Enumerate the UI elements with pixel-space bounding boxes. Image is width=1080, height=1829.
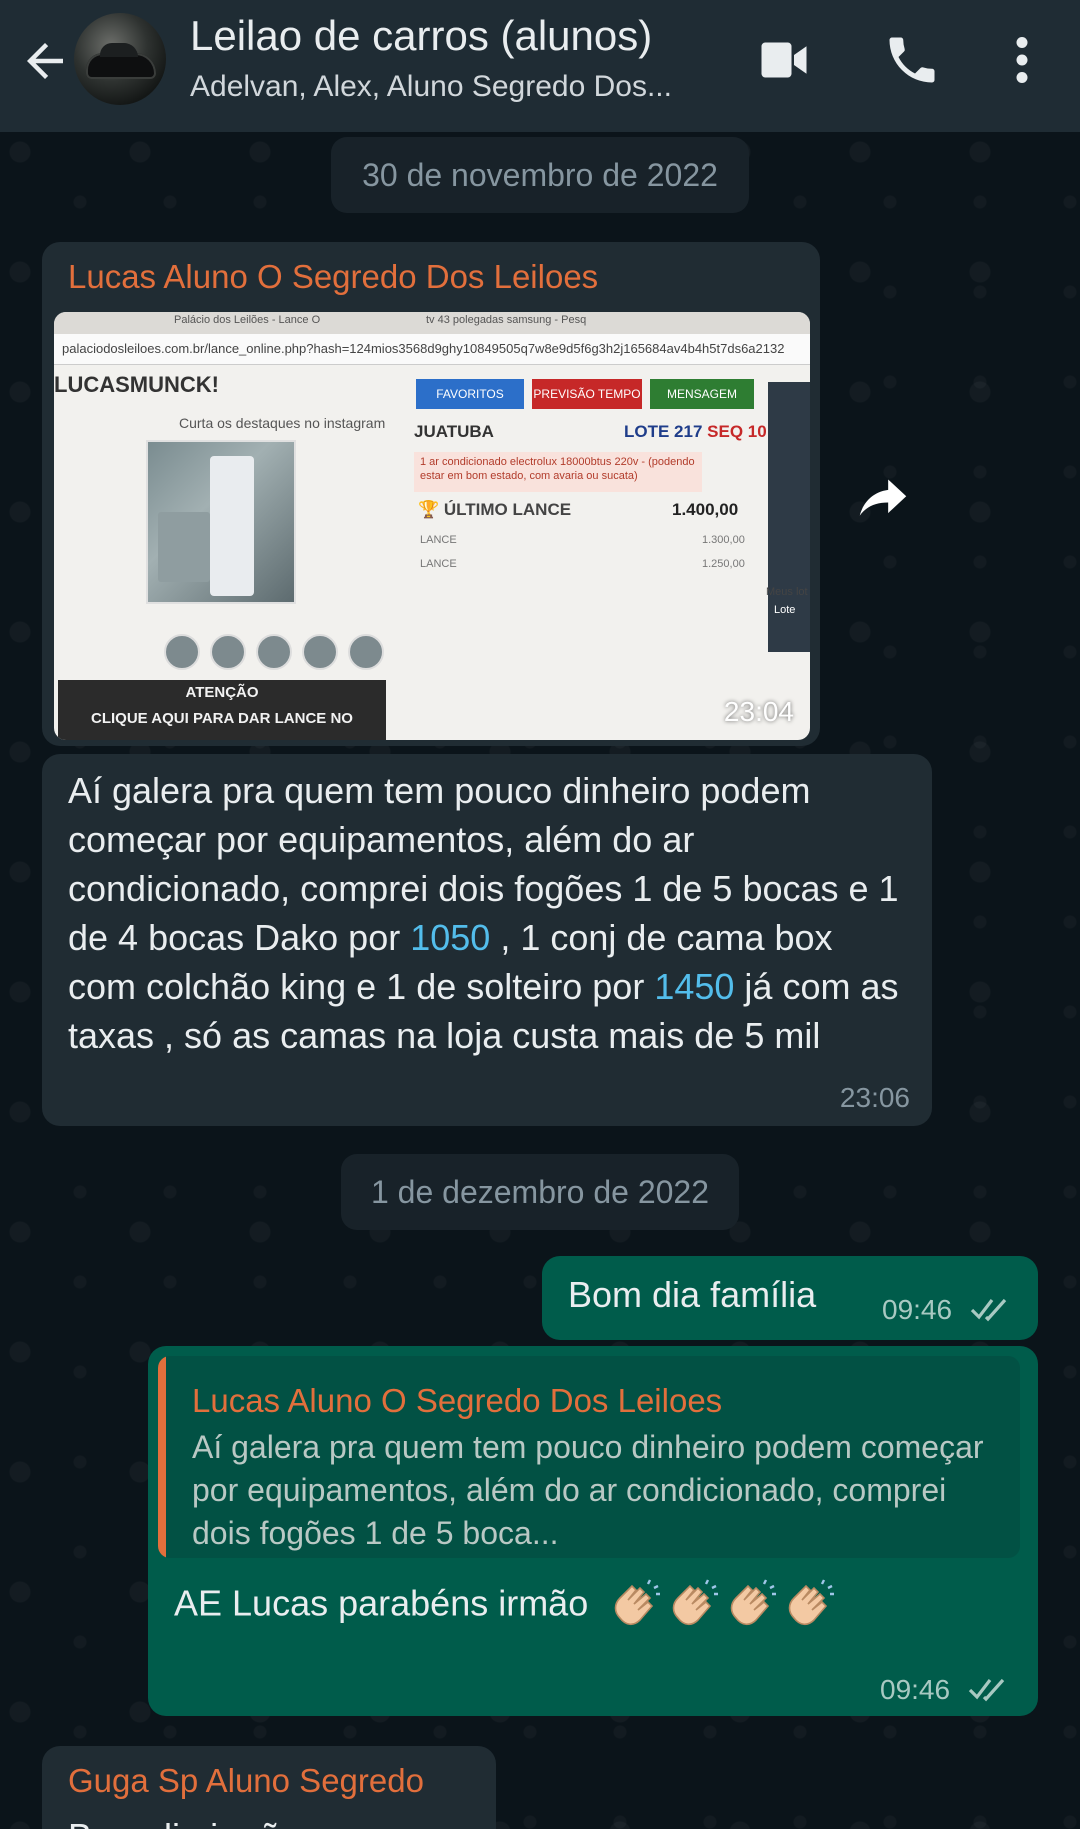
ultimo-label-text: ÚLTIMO LANCE xyxy=(443,500,572,519)
clapping-hands-emoji xyxy=(606,1579,838,1626)
phone-number-link[interactable]: 1050 xyxy=(410,917,490,958)
message-text-part: AE Lucas parabéns irmão xyxy=(174,1582,589,1624)
outgoing-reply-message[interactable]: Lucas Aluno O Segredo Dos Leiloes Aí gal… xyxy=(148,1346,1038,1716)
chat-screen: Leilao de carros (alunos) Adelvan, Alex,… xyxy=(0,0,1080,1829)
double-check-icon xyxy=(968,1676,1012,1707)
attention-line: CLIQUE AQUI PARA DAR LANCE NO xyxy=(91,710,353,727)
url-text: palaciodosleiloes.com.br/lance_online.ph… xyxy=(62,341,785,356)
double-check-icon xyxy=(970,1296,1014,1327)
attention-line: ATENÇÃO xyxy=(185,684,259,701)
sender-name[interactable]: Guga Sp Aluno Segredo xyxy=(68,1762,424,1800)
ultimo-lance-label: 🏆 ÚLTIMO LANCE xyxy=(418,500,572,519)
message-text: Bom dia irmão xyxy=(68,1812,300,1829)
shared-screenshot-image[interactable]: Palácio dos Leilões - Lance O tv 43 pole… xyxy=(54,312,810,740)
lote-number: LOTE 217 xyxy=(624,422,703,441)
site-logo: LUCASMUNCK! xyxy=(54,372,219,397)
incoming-image-message[interactable]: Lucas Aluno O Segredo Dos Leiloes Paláci… xyxy=(42,242,820,746)
incoming-text-message[interactable]: Aí galera pra quem tem pouco dinheiro po… xyxy=(42,754,932,1126)
outgoing-text-message[interactable]: Bom dia família 09:46 xyxy=(542,1256,1038,1340)
lance-label: LANCE xyxy=(420,558,457,570)
video-call-icon[interactable] xyxy=(754,30,814,90)
seq-number: SEQ 10 xyxy=(707,422,767,441)
message-time: 09:46 xyxy=(880,1674,951,1705)
chat-title[interactable]: Leilao de carros (alunos) xyxy=(190,12,652,60)
back-arrow-icon[interactable] xyxy=(18,34,72,88)
more-vertical-icon[interactable] xyxy=(1000,30,1044,90)
group-avatar[interactable] xyxy=(74,13,166,105)
side-text: Meus lot xyxy=(766,586,808,598)
sender-name[interactable]: Lucas Aluno O Segredo Dos Leiloes xyxy=(68,258,598,296)
mensagem-button: MENSAGEM xyxy=(650,379,754,409)
lot-description: 1 ar condicionado electrolux 18000btus 2… xyxy=(414,452,702,492)
attention-banner: ATENÇÃO CLIQUE AQUI PARA DAR LANCE NO xyxy=(58,680,386,740)
browser-tab: Palácio dos Leilões - Lance O xyxy=(174,314,321,326)
lance-value: 1.250,00 xyxy=(702,558,745,570)
message-time: 09:46 xyxy=(882,1294,953,1325)
chat-header: Leilao de carros (alunos) Adelvan, Alex,… xyxy=(0,0,1080,132)
side-text: Lote xyxy=(770,604,800,616)
date-divider: 1 de dezembro de 2022 xyxy=(341,1154,739,1230)
browser-tab: tv 43 polegadas samsung - Pesq xyxy=(426,314,587,326)
chat-participants[interactable]: Adelvan, Alex, Aluno Segredo Dos... xyxy=(190,70,730,104)
previsao-button: PREVISÃO TEMPO xyxy=(532,379,642,409)
ultimo-lance-value: 1.400,00 xyxy=(672,500,739,519)
lote-text: LOTE 217 SEQ 10 xyxy=(624,422,767,442)
favoritos-button: FAVORITOS xyxy=(416,379,524,409)
location-text: JUATUBA xyxy=(414,422,494,441)
message-time: 23:06 xyxy=(839,1082,910,1113)
date-divider: 30 de novembro de 2022 xyxy=(331,137,749,213)
message-text: Aí galera pra quem tem pouco dinheiro po… xyxy=(68,766,908,1060)
message-text: Bom dia família xyxy=(568,1274,817,1315)
message-time: 23:04 xyxy=(723,696,794,727)
message-text: AE Lucas parabéns irmão xyxy=(174,1578,838,1634)
lance-value: 1.300,00 xyxy=(702,534,745,546)
lance-label: LANCE xyxy=(420,534,457,546)
quoted-text: Aí galera pra quem tem pouco dinheiro po… xyxy=(192,1429,984,1551)
quoted-sender: Lucas Aluno O Segredo Dos Leiloes xyxy=(192,1382,723,1419)
forward-icon[interactable] xyxy=(852,464,914,526)
product-photo xyxy=(146,440,296,604)
quoted-message[interactable]: Lucas Aluno O Segredo Dos Leiloes Aí gal… xyxy=(158,1356,1020,1558)
incoming-text-message[interactable]: Guga Sp Aluno Segredo Bom dia irmão xyxy=(42,1746,496,1829)
instagram-text: Curta os destaques no instagram xyxy=(179,415,386,431)
phone-number-link[interactable]: 1450 xyxy=(654,966,734,1007)
browser-tabs: Palácio dos Leilões - Lance O tv 43 pole… xyxy=(54,312,810,334)
phone-icon[interactable] xyxy=(882,30,942,90)
quote-bar xyxy=(158,1356,166,1558)
browser-url-bar: palaciodosleiloes.com.br/lance_online.ph… xyxy=(54,334,810,365)
